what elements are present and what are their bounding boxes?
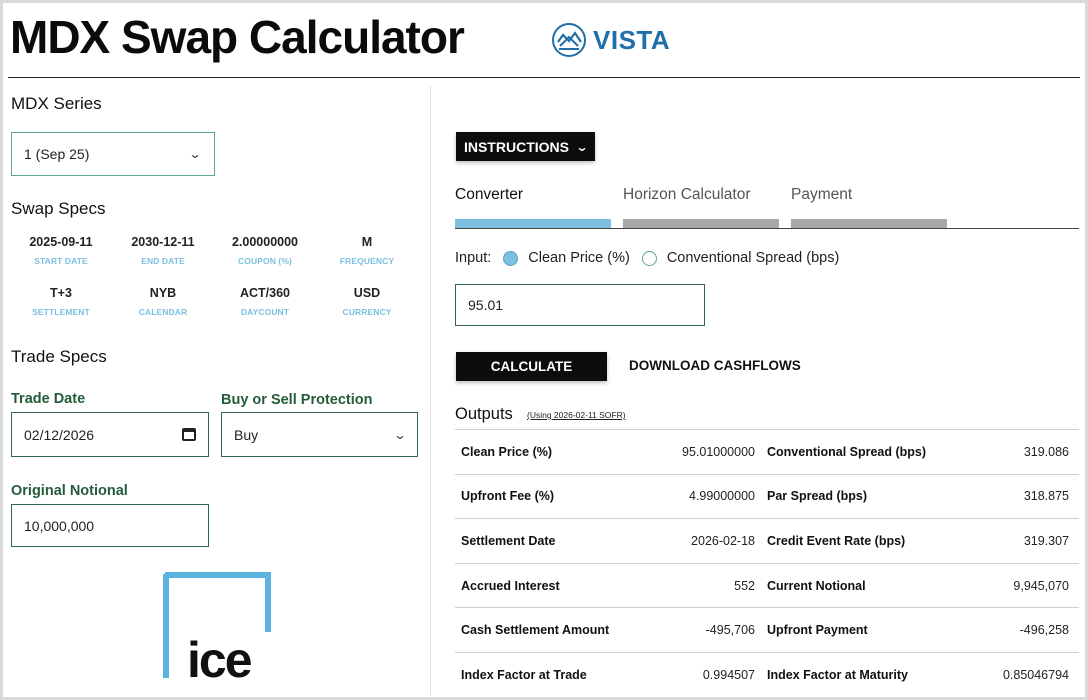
end-date-label: END DATE: [141, 256, 185, 266]
trade-date-value: 02/12/2026: [24, 426, 95, 443]
notional-value: 10,000,000: [24, 517, 95, 534]
output-value: 319.307: [1023, 533, 1069, 548]
tab-payment-indicator: [791, 219, 947, 228]
swap-specs-title: Swap Specs: [11, 199, 106, 218]
instructions-label: INSTRUCTIONS: [463, 138, 569, 155]
start-date-value: 2025-09-11: [29, 235, 93, 249]
output-label: Cash Settlement Amount: [461, 623, 610, 638]
ice-logo: ice: [163, 572, 271, 682]
swap-specs-grid: 2025-09-11 START DATE 2030-12-11 END DATE …: [10, 232, 418, 323]
output-value: -496,258: [1019, 623, 1069, 638]
header-divider: [8, 77, 1080, 78]
chevron-down-icon: ⌄: [393, 427, 407, 442]
frequency-label: FREQUENCY: [339, 256, 395, 266]
calendar-value: NYB: [149, 286, 177, 300]
outputs-sofr-link[interactable]: (Using 2026-02-11 SOFR): [527, 410, 626, 420]
output-label: Accrued Interest: [461, 578, 560, 593]
currency-label: CURRENCY: [342, 307, 392, 317]
tab-horizon-calculator[interactable]: Horizon Calculator: [623, 186, 751, 204]
table-row: Clean Price (%) 95.01000000 Conventional…: [455, 430, 1079, 475]
table-row: Upfront Fee (%) 4.99000000 Par Spread (b…: [455, 475, 1079, 520]
outputs-table: Clean Price (%) 95.01000000 Conventional…: [455, 429, 1079, 698]
output-label: Index Factor at Trade: [461, 668, 587, 683]
input-label: Input:: [455, 250, 492, 266]
output-value: 2026-02-18: [691, 533, 755, 548]
output-label: Upfront Payment: [767, 623, 868, 638]
instructions-button[interactable]: INSTRUCTIONS ⌄: [456, 132, 595, 161]
chevron-down-icon: ⌄: [188, 147, 202, 161]
protection-select[interactable]: Buy ⌄: [221, 412, 418, 457]
notional-label: Original Notional: [11, 483, 128, 499]
radio-conventional-spread-label[interactable]: Conventional Spread (bps): [667, 250, 840, 266]
table-row: Cash Settlement Amount -495,706 Upfront …: [455, 608, 1079, 653]
trade-specs-title: Trade Specs: [11, 347, 107, 366]
daycount-label: DAYCOUNT: [240, 307, 290, 317]
mdx-series-title: MDX Series: [11, 94, 102, 113]
radio-conventional-spread[interactable]: [641, 250, 657, 266]
coupon-value: 2.00000000: [231, 235, 299, 249]
currency-value: USD: [353, 286, 381, 300]
end-date-value: 2030-12-11: [131, 235, 195, 249]
mdx-series-value: 1 (Sep 25): [24, 146, 90, 162]
tab-payment[interactable]: Payment: [791, 186, 852, 204]
output-label: Conventional Spread (bps): [767, 444, 927, 459]
output-value: 4.99000000: [688, 489, 755, 504]
settlement-value: T+3: [50, 286, 72, 300]
vista-logo: VISTA: [551, 22, 670, 58]
output-label: Credit Event Rate (bps): [767, 533, 906, 548]
download-cashflows-button[interactable]: DOWNLOAD CASHFLOWS: [629, 358, 801, 373]
settlement-label: SETTLEMENT: [32, 307, 90, 317]
output-value: 318.875: [1023, 489, 1069, 504]
output-label: Clean Price (%): [461, 444, 553, 459]
ice-logo-text: ice: [187, 632, 252, 682]
protection-value: Buy: [234, 426, 259, 443]
trade-date-label: Trade Date: [11, 391, 86, 407]
tab-baseline: [455, 228, 1079, 229]
output-label: Index Factor at Maturity: [767, 668, 908, 683]
output-value: 95.01000000: [682, 444, 755, 459]
house-emblem-icon: [552, 23, 586, 57]
output-value: 0.85046794: [1002, 668, 1069, 683]
output-label: Upfront Fee (%): [461, 489, 555, 504]
calculate-button[interactable]: CALCULATE: [456, 352, 607, 381]
start-date-label: START DATE: [34, 256, 88, 266]
mdx-series-select[interactable]: 1 (Sep 25) ⌄: [11, 132, 215, 176]
vista-brand-text: VISTA: [593, 24, 671, 55]
output-label: Settlement Date: [461, 533, 556, 548]
coupon-label: COUPON (%): [238, 256, 292, 266]
daycount-value: ACT/360: [239, 286, 291, 300]
trade-date-input[interactable]: 02/12/2026: [11, 412, 209, 457]
output-label: Current Notional: [767, 578, 866, 593]
table-row: Settlement Date 2026-02-18 Credit Event …: [455, 519, 1079, 564]
price-input-value: 95.01: [468, 297, 504, 313]
output-value: 0.994507: [702, 668, 755, 683]
output-value: -495,706: [705, 623, 755, 638]
outputs-title: Outputs: [455, 405, 513, 423]
output-value: 552: [734, 578, 755, 593]
calendar-label: CALENDAR: [138, 307, 188, 317]
table-row: Accrued Interest 552 Current Notional 9,…: [455, 564, 1079, 609]
table-row: Index Factor at Trade 0.994507 Index Fac…: [455, 653, 1079, 698]
column-divider: [430, 86, 431, 696]
frequency-value: M: [361, 235, 373, 249]
output-value: 319.086: [1023, 444, 1069, 459]
output-value: 9,945,070: [1013, 578, 1069, 593]
calendar-icon[interactable]: [182, 428, 196, 441]
radio-clean-price-label[interactable]: Clean Price (%): [528, 250, 630, 266]
input-type-row: Input: Clean Price (%) Conventional Spre…: [455, 250, 839, 266]
notional-input[interactable]: 10,000,000: [11, 504, 209, 547]
page-title: MDX Swap Calculator: [10, 11, 465, 63]
price-input[interactable]: 95.01: [455, 284, 705, 326]
output-label: Par Spread (bps): [767, 489, 868, 504]
tab-converter-indicator: [455, 219, 611, 228]
chevron-down-icon: ⌄: [575, 139, 589, 154]
radio-clean-price[interactable]: [503, 250, 519, 266]
tab-converter[interactable]: Converter: [455, 186, 523, 204]
protection-label: Buy or Sell Protection: [221, 392, 373, 408]
tab-horizon-indicator: [623, 219, 779, 228]
